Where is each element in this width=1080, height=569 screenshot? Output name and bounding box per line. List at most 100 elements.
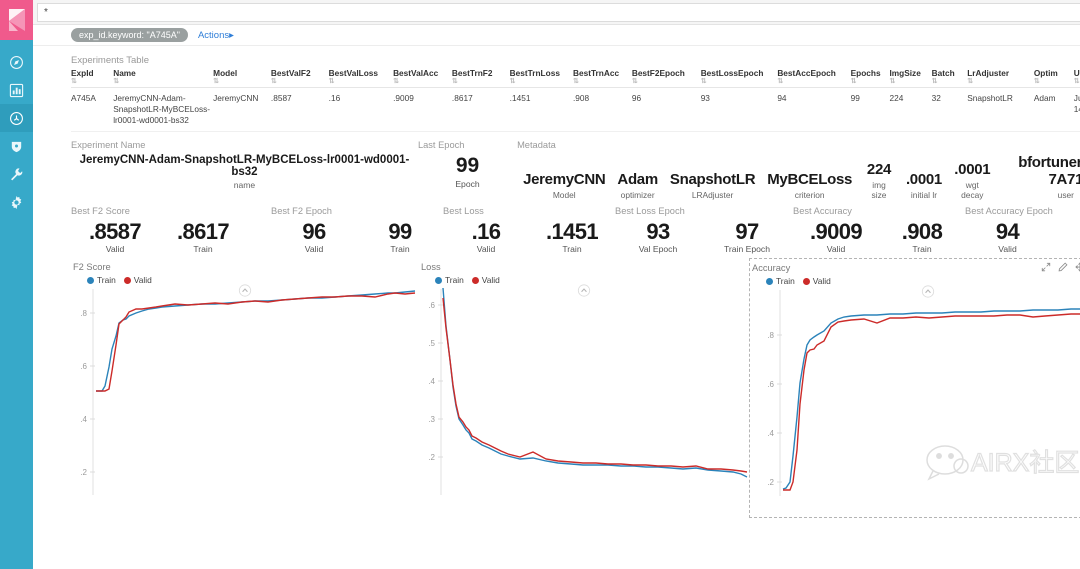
cell-uploaded: June 5th 2017, 14:50:41.674 <box>1073 92 1080 114</box>
filter-actions-link[interactable]: Actions▸ <box>198 30 234 41</box>
metric-cell: .908 Train <box>879 220 965 254</box>
sidebar-item-dashboard[interactable] <box>0 104 33 132</box>
col-label: BestValAcc <box>393 68 439 78</box>
chart-panel-accuracy[interactable]: Accuracy Train Valid .8 .6 .4 .2 AIRX社区 <box>749 258 1080 519</box>
table-row[interactable]: A745A JeremyCNN-Adam-SnapshotLR-MyBCELos… <box>71 87 1080 132</box>
svg-text:.5: .5 <box>428 339 435 348</box>
sort-icon[interactable]: ⇅ <box>573 78 629 85</box>
metadata-value: 224 <box>866 161 892 179</box>
legend-item-valid[interactable]: Valid <box>802 276 831 286</box>
col-label: ExpId <box>71 68 94 78</box>
col-bestvalf2[interactable]: BestValF2 ⇅ <box>271 68 329 87</box>
sort-icon[interactable]: ⇅ <box>889 78 928 85</box>
sort-icon[interactable]: ⇅ <box>271 78 326 85</box>
metadata-caption: img size <box>871 180 887 201</box>
sort-icon[interactable]: ⇅ <box>701 78 775 85</box>
filter-pill-exp-id[interactable]: exp_id.keyword: "A745A" <box>71 28 188 42</box>
col-bestvalloss[interactable]: BestValLoss ⇅ <box>329 68 393 87</box>
metric-caption: Train <box>193 244 213 255</box>
col-bestlossepoch[interactable]: BestLossEpoch ⇅ <box>701 68 778 87</box>
legend-item-valid[interactable]: Valid <box>471 275 500 285</box>
sort-icon[interactable]: ⇅ <box>393 78 449 85</box>
col-lradjuster[interactable]: LrAdjuster ⇅ <box>967 68 1034 87</box>
sidebar-item-discover[interactable] <box>0 48 33 76</box>
col-label: BestF2Epoch <box>631 68 685 78</box>
legend-dot-train <box>435 276 442 284</box>
sidebar-item-management[interactable] <box>0 188 33 216</box>
col-model[interactable]: Model ⇅ <box>213 68 271 87</box>
metric-panel-title: Best Loss <box>443 206 484 217</box>
metric-cell: 99 Train <box>1050 220 1080 254</box>
sort-icon[interactable]: ⇅ <box>113 78 210 85</box>
col-bestf2epoch[interactable]: BestF2Epoch ⇅ <box>631 68 701 87</box>
col-label: ImgSize <box>889 68 921 78</box>
sort-icon[interactable]: ⇅ <box>213 78 268 85</box>
chart-body-loss: .6 .5 .4 .3 .2 <box>419 285 749 501</box>
sort-icon[interactable]: ⇅ <box>1034 78 1071 85</box>
metadata-value: .0001 <box>954 161 991 179</box>
svg-text:.6: .6 <box>767 380 774 389</box>
metadata-value: bfortuner-MS-7A71 <box>1018 154 1080 189</box>
legend-item-valid[interactable]: Valid <box>123 275 152 285</box>
col-imgsize[interactable]: ImgSize ⇅ <box>889 68 931 87</box>
col-besttrnacc[interactable]: BestTrnAcc ⇅ <box>573 68 632 87</box>
metric-value: .908 <box>901 219 943 245</box>
sidebar-item-visualize[interactable] <box>0 76 33 104</box>
metric-value: 99 <box>388 219 412 245</box>
col-bestaccepoch[interactable]: BestAccEpoch ⇅ <box>777 68 850 87</box>
chart-panel-loss[interactable]: Loss Train Valid .6 .5 .4 .3 .2 <box>419 258 749 518</box>
col-label: Epochs <box>850 68 881 78</box>
col-batch[interactable]: Batch ⇅ <box>932 68 968 87</box>
sort-icon[interactable]: ⇅ <box>777 78 847 85</box>
col-label: Uploaded <box>1073 68 1080 78</box>
metrics-row: Best F2 Score .8587 Valid .8617 Train Be… <box>33 206 1080 254</box>
kibana-logo[interactable] <box>0 0 33 40</box>
col-name[interactable]: Name ⇅ <box>113 68 213 87</box>
col-expid[interactable]: ExpId ⇅ <box>71 68 113 87</box>
col-optim[interactable]: Optim ⇅ <box>1034 68 1074 87</box>
sort-icon[interactable]: ⇅ <box>510 78 570 85</box>
col-label: LrAdjuster <box>967 68 1010 78</box>
metric-value: 99 <box>1050 220 1080 243</box>
pencil-icon[interactable] <box>1058 262 1068 272</box>
sidebar-item-dev-tools[interactable] <box>0 160 33 188</box>
sort-icon[interactable]: ⇅ <box>1074 78 1080 85</box>
metric-cell: .8587 Valid <box>71 220 159 254</box>
metadata-item-imgsize: 224 img size <box>858 161 900 200</box>
col-besttrnloss[interactable]: BestTrnLoss ⇅ <box>510 68 573 87</box>
cell-model: JeremyCNN <box>213 92 259 103</box>
metric-caption: Valid <box>826 244 846 255</box>
sort-icon[interactable]: ⇅ <box>71 78 110 85</box>
search-input[interactable] <box>37 2 1080 22</box>
legend-item-train[interactable]: Train <box>87 275 116 285</box>
cell-bestvalacc: .9009 <box>393 92 414 103</box>
expand-icon[interactable] <box>1041 262 1051 272</box>
col-bestvalacc[interactable]: BestValAcc ⇅ <box>393 68 452 87</box>
metric-caption: Valid <box>998 244 1017 255</box>
col-uploaded[interactable]: Uploaded⇅ <box>1073 68 1080 87</box>
table-header-row: ExpId ⇅ Name ⇅ Model ⇅ BestValF2 ⇅ BestValLo… <box>71 68 1080 88</box>
chart-panel-f2-score[interactable]: F2 Score Train Valid .8 .6 .4 .2 <box>71 258 419 518</box>
sort-icon[interactable]: ⇅ <box>967 78 1031 85</box>
col-epochs[interactable]: Epochs ⇅ <box>850 68 890 87</box>
metric-value: 94 <box>995 219 1020 245</box>
legend-item-train[interactable]: Train <box>766 276 795 286</box>
main-area: exp_id.keyword: "A745A" Actions▸ Experim… <box>33 0 1080 569</box>
metric-panel-title: Best F2 Score <box>71 206 130 217</box>
metric-value: .8617 <box>176 219 230 245</box>
sort-icon[interactable]: ⇅ <box>452 78 507 85</box>
cell-bestvalloss: .16 <box>328 92 341 103</box>
metric-panel-best-f2-score: Best F2 Score .8587 Valid .8617 Train <box>71 206 271 254</box>
sort-icon[interactable]: ⇅ <box>932 78 965 85</box>
metadata-value: .0001 <box>905 171 942 189</box>
legend-item-train[interactable]: Train <box>435 275 464 285</box>
metric-panel-best-accuracy: Best Accuracy .9009 Valid .908 Train <box>793 206 965 254</box>
sort-icon[interactable]: ⇅ <box>851 78 887 85</box>
sidebar-item-timelion[interactable] <box>0 132 33 160</box>
move-icon[interactable] <box>1075 262 1080 272</box>
sort-icon[interactable]: ⇅ <box>632 78 698 85</box>
cell-bestlossepoch: 93 <box>700 92 710 103</box>
summary-strip: Experiment Name JeremyCNN-Adam-SnapshotL… <box>33 140 1080 200</box>
col-besttrnf2[interactable]: BestTrnF2 ⇅ <box>452 68 510 87</box>
sort-icon[interactable]: ⇅ <box>329 78 390 85</box>
